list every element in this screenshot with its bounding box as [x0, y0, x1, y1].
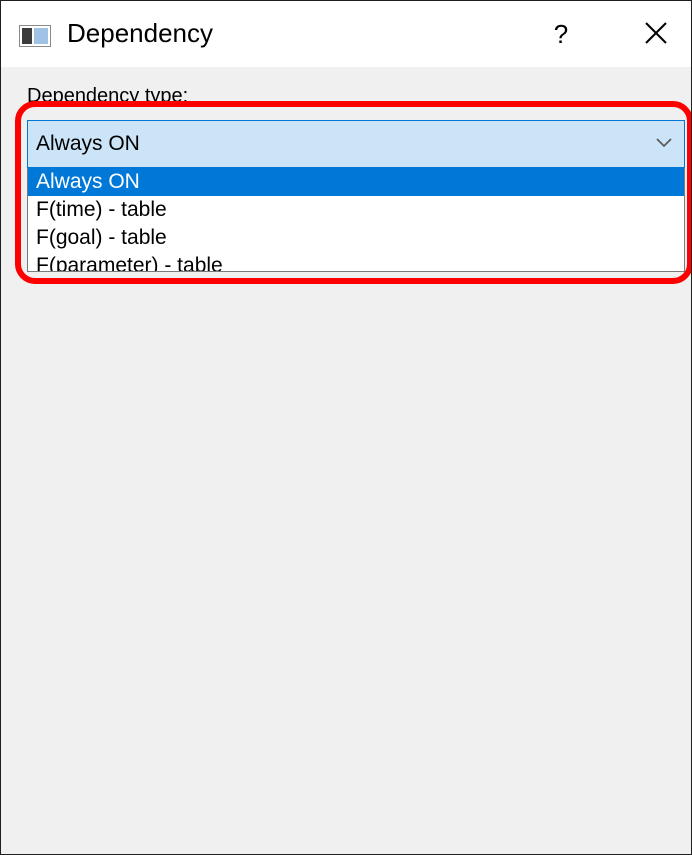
- close-icon: [645, 22, 667, 44]
- option-f-parameter-table[interactable]: F(parameter) - table: [28, 252, 684, 271]
- dependency-type-combobox[interactable]: Always ON: [27, 120, 685, 168]
- help-button[interactable]: ?: [536, 13, 586, 55]
- chevron-down-icon: [656, 138, 672, 148]
- dependency-type-value: Always ON: [36, 132, 140, 155]
- window-icon-panel: [22, 28, 32, 44]
- option-f-goal-table[interactable]: F(goal) - table: [28, 224, 684, 252]
- close-button[interactable]: [631, 11, 681, 55]
- window-icon-area: [34, 28, 48, 44]
- title-bar[interactable]: Dependency ?: [1, 1, 691, 67]
- window-title: Dependency: [67, 18, 213, 48]
- window-icon: [19, 25, 51, 47]
- dependency-type-label: Dependency type:: [27, 85, 189, 107]
- dependency-type-dropdown-list[interactable]: Always ON F(time) - table F(goal) - tabl…: [27, 168, 685, 272]
- dependency-dialog: Dependency ? Dependency type: Always ON …: [0, 0, 692, 855]
- option-f-time-table[interactable]: F(time) - table: [28, 196, 684, 224]
- option-always-on[interactable]: Always ON: [28, 168, 684, 196]
